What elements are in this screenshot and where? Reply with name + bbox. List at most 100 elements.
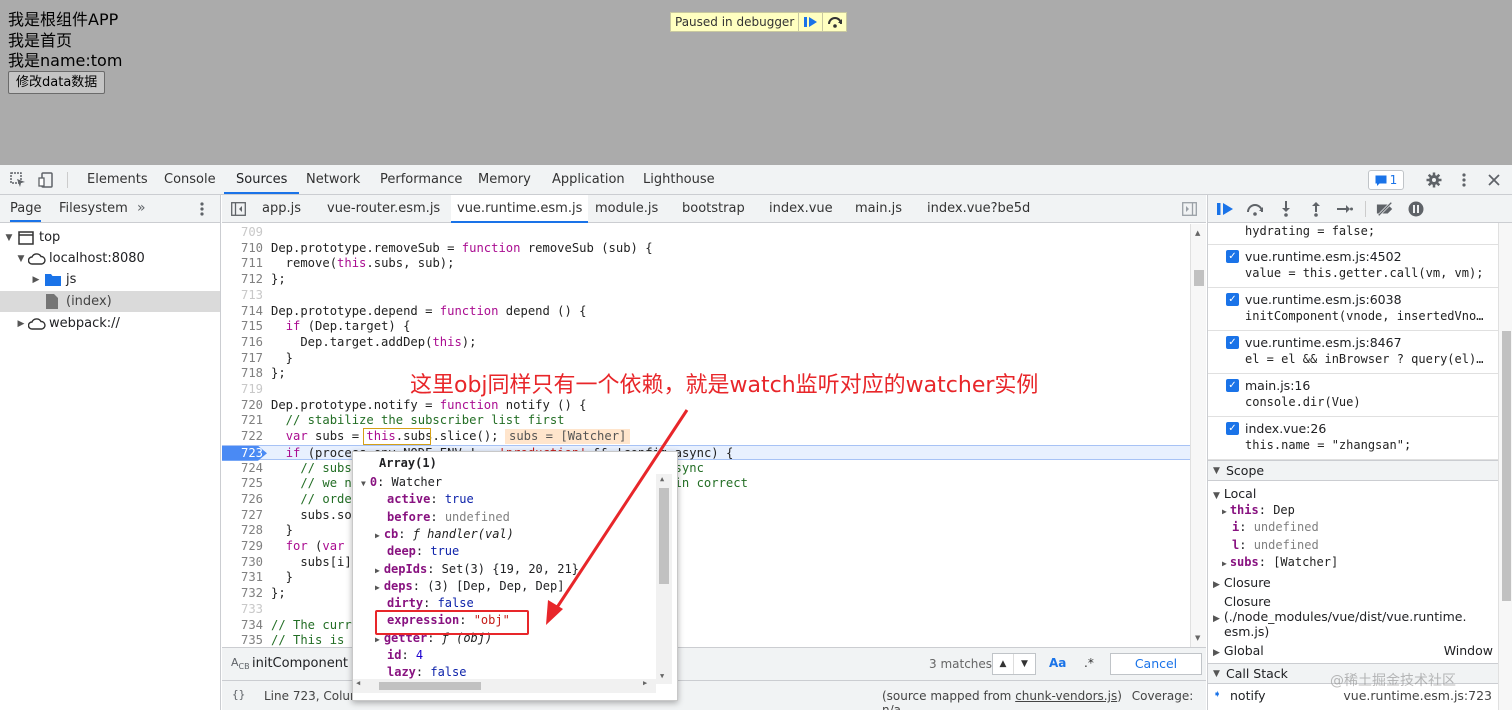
property-row[interactable]: id: 4 — [375, 647, 423, 664]
line-number[interactable]: 718 — [222, 366, 263, 382]
line-number[interactable]: 728 — [222, 523, 263, 539]
property-row[interactable]: ▶ deps: (3) [Dep, Dep, Dep] — [375, 578, 564, 595]
line-number[interactable]: 733 — [222, 602, 263, 618]
code-line[interactable]: 720 Dep.prototype.notify = function notif… — [222, 398, 1192, 414]
scrollbar-thumb[interactable] — [379, 682, 481, 690]
line-number[interactable]: 732 — [222, 586, 263, 602]
scroll-down-icon[interactable]: ▼ — [660, 672, 664, 680]
pretty-print-icon[interactable]: {} — [232, 688, 245, 701]
code-line[interactable]: 717 } — [222, 351, 1192, 367]
code-line[interactable]: 714 Dep.prototype.depend = function depen… — [222, 304, 1192, 320]
code-line[interactable]: 712}; — [222, 272, 1192, 288]
tab-performance[interactable]: Performance — [380, 165, 462, 194]
scrollbar-thumb[interactable] — [1502, 331, 1511, 601]
line-number[interactable]: 723 — [222, 446, 263, 462]
line-number[interactable]: 720 — [222, 398, 263, 414]
regex-button[interactable]: .* — [1084, 656, 1094, 670]
match-case-button[interactable]: Aa — [1049, 656, 1066, 670]
line-number[interactable]: 729 — [222, 539, 263, 555]
search-input[interactable]: initComponent — [252, 653, 352, 675]
line-number[interactable]: 725 — [222, 476, 263, 492]
property-row[interactable]: deep: true — [375, 543, 459, 560]
scrollbar-thumb[interactable] — [659, 488, 669, 584]
popover-hscrollbar[interactable]: ◀ ▶ — [353, 679, 656, 693]
scope-variable[interactable]: i: undefined — [1232, 519, 1319, 536]
next-match-icon[interactable]: ▼ — [1014, 654, 1035, 674]
file-tab-vue-runtime[interactable]: vue.runtime.esm.js — [451, 195, 589, 223]
scope-global-row[interactable]: ▶ Global Window — [1213, 642, 1493, 662]
scroll-up-icon[interactable]: ▲ — [1195, 229, 1200, 237]
file-tab-main-js[interactable]: main.js — [855, 195, 902, 223]
tree-item-js[interactable]: ▶ js — [0, 269, 220, 290]
step-over-icon[interactable] — [1246, 200, 1264, 218]
scope-variable[interactable]: l: undefined — [1232, 537, 1319, 554]
code-line[interactable]: 711 remove(this.subs, sub); — [222, 256, 1192, 272]
source-map-link[interactable]: chunk-vendors.js — [1015, 689, 1117, 703]
property-row[interactable]: ▶ cb: ƒ handler(val) — [375, 526, 514, 543]
breakpoint-checkbox[interactable]: ✓ — [1226, 379, 1239, 392]
tab-memory[interactable]: Memory — [478, 165, 531, 194]
resume-icon[interactable] — [1216, 200, 1234, 218]
scrollbar-thumb[interactable] — [1194, 270, 1204, 286]
popover-scrollbar[interactable]: ▲ ▼ — [656, 474, 672, 684]
deactivate-breakpoints-icon[interactable] — [1376, 200, 1394, 218]
line-number[interactable]: 716 — [222, 335, 263, 351]
scope-variable[interactable]: ▶ subs: [Watcher] — [1222, 554, 1338, 571]
line-number[interactable]: 713 — [222, 288, 263, 304]
line-number[interactable]: 722 — [222, 429, 263, 445]
tab-page[interactable]: Page — [10, 195, 42, 222]
line-number[interactable]: 709 — [222, 225, 263, 241]
modify-data-button[interactable]: 修改data数据 — [8, 71, 106, 94]
line-number[interactable]: 730 — [222, 555, 263, 571]
sidebar-scrollbar[interactable] — [1498, 223, 1512, 710]
file-tab-app-js[interactable]: app.js — [262, 195, 301, 223]
code-line[interactable]: 716 Dep.target.addDep(this); — [222, 335, 1192, 351]
property-row[interactable]: ▼ 0: Watcher — [361, 474, 442, 491]
line-number[interactable]: 727 — [222, 508, 263, 524]
breakpoint-item[interactable]: hydrating = false; — [1208, 223, 1498, 245]
tab-sources[interactable]: Sources — [224, 165, 300, 194]
object-preview-popover[interactable]: Array(1) ▼ 0: Watcher active: true before: … — [352, 451, 678, 701]
tree-item-localhost[interactable]: ▼ localhost:8080 — [0, 248, 220, 269]
toggle-debugger-icon[interactable] — [1182, 202, 1197, 216]
step-out-icon[interactable] — [1307, 200, 1325, 218]
scope-variable[interactable]: ▶ this: Dep — [1222, 502, 1295, 519]
scope-section-header[interactable]: ▼ Scope — [1208, 460, 1498, 481]
scroll-down-icon[interactable]: ▼ — [1195, 634, 1200, 642]
breakpoint-item[interactable]: ✓ vue.runtime.esm.js:6038 initComponent(vn… — [1208, 288, 1498, 331]
line-number[interactable]: 710 — [222, 241, 263, 257]
resume-icon[interactable] — [798, 13, 822, 31]
file-tab-bootstrap[interactable]: bootstrap — [682, 195, 745, 223]
inspect-element-icon[interactable] — [9, 171, 27, 189]
pause-on-exceptions-icon[interactable] — [1407, 200, 1425, 218]
line-number[interactable]: 712 — [222, 272, 263, 288]
step-over-icon[interactable] — [822, 13, 846, 31]
toggle-navigator-icon[interactable] — [231, 202, 246, 216]
file-tab-module-js[interactable]: module.js — [595, 195, 658, 223]
breakpoint-item[interactable]: ✓ index.vue:26 this.name = "zhangsan"; — [1208, 417, 1498, 460]
tab-elements[interactable]: Elements — [87, 165, 148, 194]
step-icon[interactable] — [1336, 200, 1354, 218]
tree-item-top[interactable]: ▼ top — [0, 227, 220, 248]
device-toolbar-icon[interactable] — [37, 171, 55, 189]
property-row[interactable]: before: undefined — [375, 509, 510, 526]
close-icon[interactable] — [1485, 171, 1503, 189]
replace-toggle-icon[interactable]: ACB — [231, 656, 250, 671]
line-number[interactable]: 711 — [222, 256, 263, 272]
more-tabs-chevron-icon[interactable]: » — [137, 195, 146, 222]
file-tab-index-vue[interactable]: index.vue — [769, 195, 833, 223]
tab-application[interactable]: Application — [552, 165, 625, 194]
breakpoint-checkbox[interactable]: ✓ — [1226, 293, 1239, 306]
navigator-menu-icon[interactable] — [200, 195, 204, 222]
line-number[interactable]: 735 — [222, 633, 263, 647]
line-number[interactable]: 724 — [222, 461, 263, 477]
scroll-right-icon[interactable]: ▶ — [643, 679, 647, 687]
line-number[interactable]: 726 — [222, 492, 263, 508]
more-options-icon[interactable] — [1455, 171, 1473, 189]
settings-gear-icon[interactable] — [1425, 171, 1443, 189]
cancel-search-button[interactable]: Cancel — [1110, 653, 1202, 675]
tree-item-webpack[interactable]: ▶ webpack:// — [0, 313, 220, 334]
code-line[interactable]: 713 — [222, 288, 1192, 304]
line-number[interactable]: 719 — [222, 382, 263, 398]
editor-scrollbar[interactable]: ▲ ▼ — [1190, 224, 1206, 647]
